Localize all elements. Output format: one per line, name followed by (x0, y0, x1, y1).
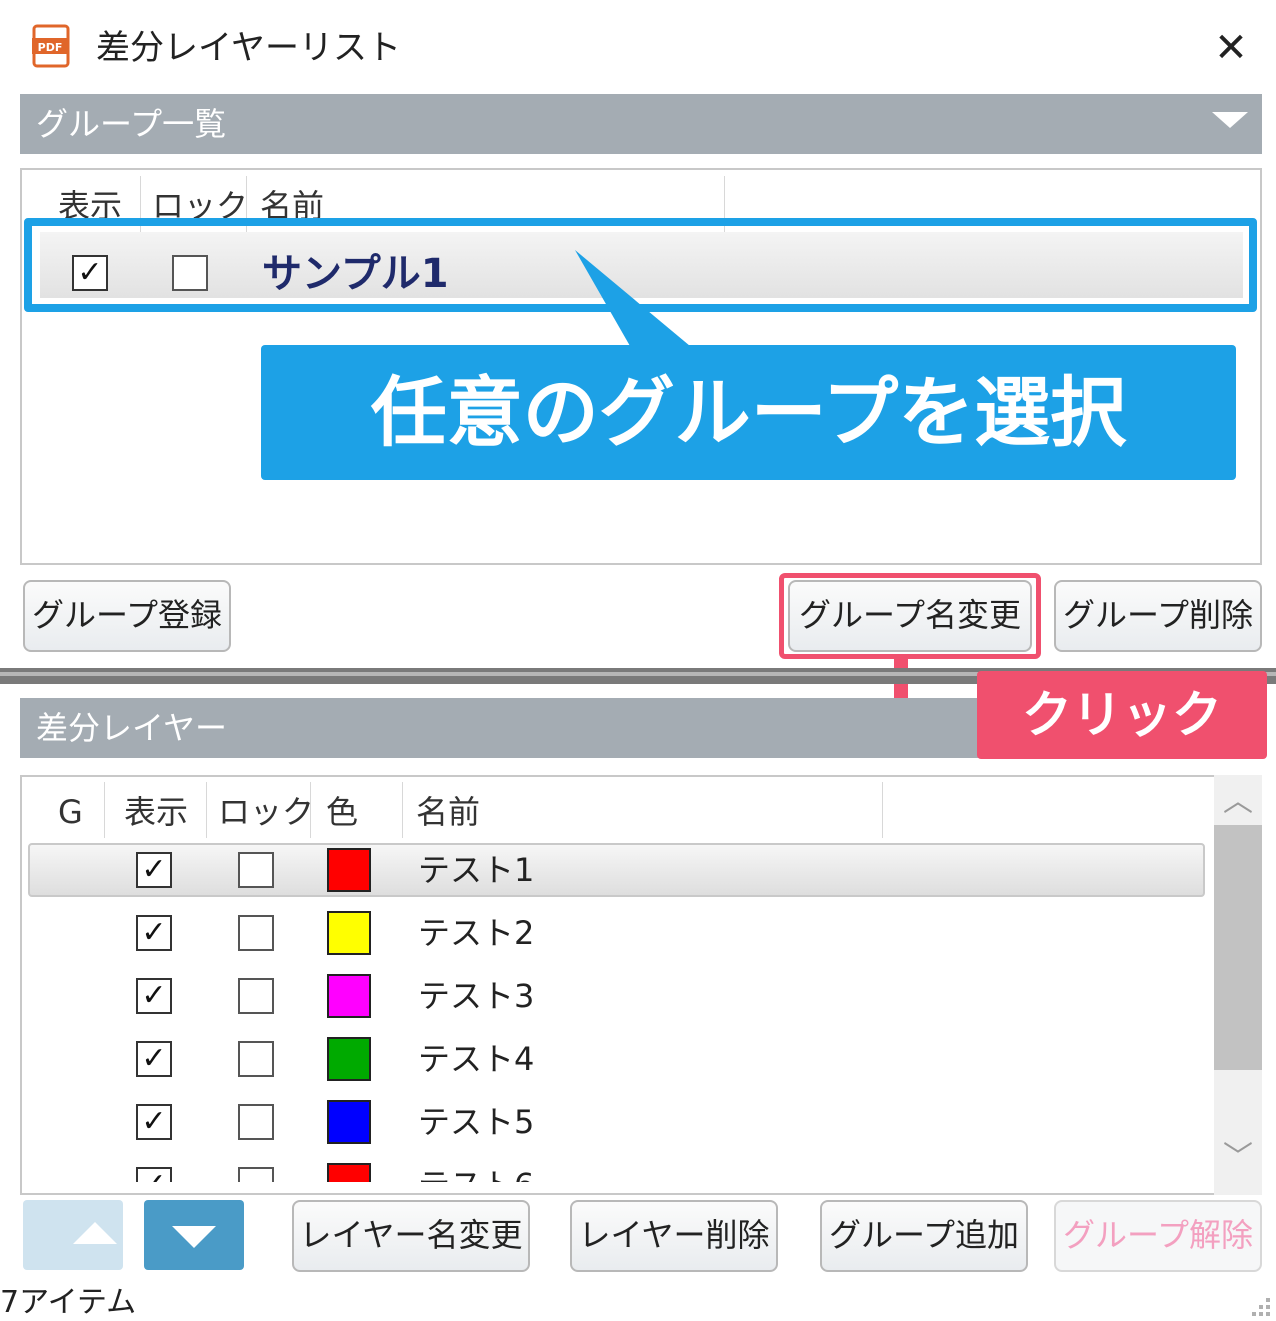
layer-visible-checkbox[interactable]: ✓ (136, 1167, 172, 1182)
window-title: 差分レイヤーリスト (96, 28, 401, 68)
layer-color-swatch[interactable] (327, 1163, 371, 1182)
layer-name[interactable]: テスト4 (418, 1037, 534, 1081)
layer-col-name[interactable]: 名前 (416, 790, 480, 834)
app-icon-label: PDF (38, 41, 63, 54)
column-divider (882, 782, 883, 838)
group-register-button[interactable]: グループ登録 (23, 580, 231, 652)
table-row[interactable]: ✓ テスト5 (22, 1094, 1212, 1150)
layer-rows-viewport: ✓ テスト1 ✓ テスト2 ✓ テスト3 ✓ テスト4 ✓ テスト5 ✓ テスト… (22, 842, 1212, 1182)
layer-lock-checkbox[interactable] (238, 1104, 274, 1140)
move-up-button[interactable] (23, 1200, 123, 1270)
scroll-down-icon[interactable]: ﹀ (1214, 1140, 1262, 1176)
column-divider (104, 782, 105, 838)
layer-rename-button[interactable]: レイヤー名変更 (292, 1200, 530, 1272)
arrow-up-icon (73, 1222, 117, 1244)
group-release-button[interactable]: グループ解除 (1054, 1200, 1262, 1272)
item-count-status: 7アイテム (0, 1285, 137, 1320)
table-row[interactable]: ✓ テスト4 (22, 1031, 1212, 1087)
layer-lock-checkbox[interactable] (238, 852, 274, 888)
layer-color-swatch[interactable] (327, 974, 371, 1018)
layer-col-color[interactable]: 色 (326, 790, 358, 834)
layer-col-lock[interactable]: ロック (218, 790, 314, 834)
pdf-app-icon: PDF (32, 24, 70, 68)
layer-name[interactable]: テスト6 (418, 1163, 534, 1182)
group-add-button[interactable]: グループ追加 (820, 1200, 1028, 1272)
click-highlight-frame (779, 573, 1041, 659)
move-down-button[interactable] (144, 1200, 244, 1270)
layer-visible-checkbox[interactable]: ✓ (136, 978, 172, 1014)
table-row[interactable]: ✓ テスト2 (22, 905, 1212, 961)
layer-col-visible[interactable]: 表示 (124, 790, 188, 834)
scrollbar-thumb[interactable] (1214, 825, 1262, 1070)
layer-lock-checkbox[interactable] (238, 978, 274, 1014)
layer-name[interactable]: テスト2 (418, 911, 534, 955)
layer-visible-checkbox[interactable]: ✓ (136, 1104, 172, 1140)
layer-lock-checkbox[interactable] (238, 1167, 274, 1182)
layer-name[interactable]: テスト5 (418, 1100, 534, 1144)
close-icon[interactable]: ✕ (1205, 22, 1257, 74)
layer-lock-checkbox[interactable] (238, 1041, 274, 1077)
select-group-callout: 任意のグループを選択 (261, 345, 1236, 480)
click-callout: クリック (977, 671, 1267, 759)
layer-col-group[interactable]: G (58, 790, 83, 834)
layer-delete-button[interactable]: レイヤー削除 (570, 1200, 778, 1272)
layer-visible-checkbox[interactable]: ✓ (136, 915, 172, 951)
layer-lock-checkbox[interactable] (238, 915, 274, 951)
resize-grip-icon[interactable] (1244, 1290, 1272, 1318)
arrow-down-icon (172, 1226, 216, 1248)
column-divider (310, 782, 311, 838)
table-row[interactable]: ✓ テスト3 (22, 968, 1212, 1024)
column-divider (206, 782, 207, 838)
layer-color-swatch[interactable] (327, 848, 371, 892)
scroll-up-icon[interactable]: ︿ (1214, 784, 1262, 820)
group-list-header: グループ一覧 (20, 94, 1262, 154)
table-row[interactable]: ✓ テスト6 (22, 1157, 1212, 1182)
layer-visible-checkbox[interactable]: ✓ (136, 852, 172, 888)
layer-name[interactable]: テスト1 (418, 848, 534, 892)
layer-name[interactable]: テスト3 (418, 974, 534, 1018)
group-delete-button[interactable]: グループ削除 (1054, 580, 1262, 652)
table-row[interactable]: ✓ テスト1 (22, 842, 1212, 898)
selection-highlight-frame (24, 218, 1257, 312)
collapse-triangle-icon[interactable] (1212, 112, 1248, 128)
layer-color-swatch[interactable] (327, 911, 371, 955)
layer-color-swatch[interactable] (327, 1037, 371, 1081)
column-divider (402, 782, 403, 838)
layer-visible-checkbox[interactable]: ✓ (136, 1041, 172, 1077)
layer-color-swatch[interactable] (327, 1100, 371, 1144)
